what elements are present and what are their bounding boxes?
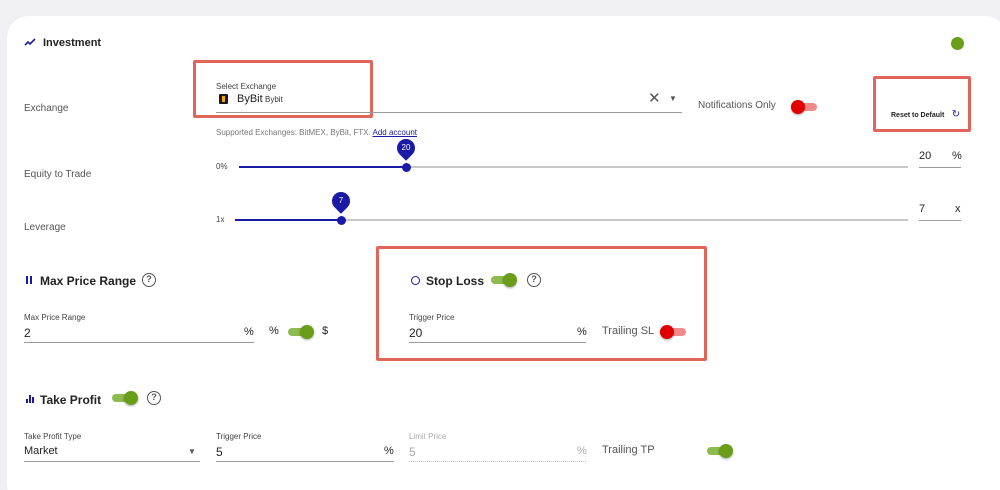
stop-loss-toggle[interactable] — [489, 273, 517, 287]
select-exchange-label: Select Exchange — [216, 82, 277, 91]
trailing-tp-toggle[interactable] — [705, 444, 733, 458]
help-icon[interactable]: ? — [142, 273, 156, 287]
notifications-only-label: Notifications Only — [698, 100, 776, 111]
status-dot — [951, 37, 964, 50]
take-profit-trigger-label: Trigger Price — [216, 432, 262, 441]
toggle-knob — [791, 100, 805, 114]
trailing-tp-label: Trailing TP — [602, 444, 655, 456]
leverage-input[interactable]: 7 x — [919, 203, 961, 221]
section-title-stop-loss: Stop Loss — [426, 274, 485, 288]
toggle-knob — [719, 444, 733, 458]
help-icon[interactable]: ? — [147, 391, 161, 405]
section-title-investment: Investment — [43, 37, 102, 49]
equity-label: Equity to Trade — [24, 169, 92, 180]
exchange-underline — [216, 112, 682, 113]
toggle-knob — [660, 325, 674, 339]
max-price-range-value: 2 — [24, 326, 31, 340]
slider-value-text: 20 — [401, 143, 411, 152]
equity-min-label: 0% — [216, 162, 228, 171]
limit-price-unit: % — [577, 445, 587, 457]
leverage-min-label: 1x — [216, 215, 225, 224]
percent-option-label: % — [269, 325, 279, 337]
chevron-down-icon[interactable]: ▼ — [669, 94, 677, 103]
stop-loss-trigger-unit: % — [577, 326, 587, 338]
slider-value-text: 7 — [338, 196, 344, 205]
stop-loss-trigger-input[interactable]: 20 % — [409, 325, 587, 343]
limit-price-label: Limit Price — [409, 432, 447, 441]
equity-value: 20 — [919, 150, 932, 162]
limit-price-value: 5 — [409, 445, 416, 459]
max-price-range-field-label: Max Price Range — [24, 313, 86, 322]
max-price-range-input[interactable]: 2 % — [24, 325, 254, 343]
take-profit-trigger-unit: % — [384, 445, 394, 457]
exchange-selected-name: ByBit — [237, 93, 263, 105]
slider-fill — [235, 219, 341, 221]
leverage-label: Leverage — [24, 222, 66, 233]
trend-up-icon — [24, 38, 36, 46]
stop-loss-trigger-label: Trigger Price — [409, 313, 455, 322]
take-profit-trigger-input[interactable]: 5 % — [216, 444, 394, 462]
timer-icon — [411, 276, 420, 285]
leverage-value: 7 — [919, 203, 926, 215]
section-title-take-profit: Take Profit — [40, 393, 102, 407]
slider-fill — [239, 166, 406, 168]
toggle-knob — [124, 391, 138, 405]
take-profit-type-select[interactable]: Market ▼ — [24, 444, 200, 462]
take-profit-toggle[interactable] — [110, 391, 138, 405]
limit-price-input: 5 % — [409, 444, 587, 462]
stop-loss-trigger-value: 20 — [409, 326, 423, 340]
equity-unit: % — [952, 150, 962, 162]
bybit-logo-icon — [219, 94, 228, 104]
slider-thumb[interactable] — [337, 216, 346, 225]
add-account-link[interactable]: Add account — [373, 128, 417, 137]
leverage-slider[interactable]: 7 — [235, 188, 908, 227]
bar-chart-icon — [26, 394, 35, 403]
take-profit-type-label: Take Profit Type — [24, 432, 82, 441]
help-icon[interactable]: ? — [527, 273, 541, 287]
slider-value-pin: 7 — [328, 188, 354, 214]
percent-dollar-toggle[interactable] — [286, 325, 314, 339]
max-price-range-unit: % — [244, 326, 254, 338]
clear-icon[interactable]: ✕ — [648, 91, 661, 106]
exchange-select[interactable]: Select Exchange ByBit Bybit ✕ ▼ — [216, 80, 682, 113]
equity-input[interactable]: 20 % — [919, 150, 962, 168]
slider-thumb[interactable] — [402, 163, 411, 172]
section-title-max-price-range: Max Price Range — [40, 274, 137, 288]
slider-value-pin: 20 — [393, 135, 419, 161]
refresh-icon: ↻ — [951, 109, 961, 120]
toggle-knob — [503, 273, 517, 287]
pause-icon — [26, 276, 33, 284]
supported-exchanges-label: Supported Exchanges: BitMEX, ByBit, FTX. — [216, 128, 371, 137]
exchange-label: Exchange — [24, 103, 69, 114]
reset-label: Reset to Default — [891, 112, 945, 119]
notifications-only-toggle[interactable] — [791, 100, 819, 114]
toggle-knob — [300, 325, 314, 339]
trailing-sl-label: Trailing SL — [602, 325, 655, 337]
reset-to-default-button[interactable]: Reset to Default ↻ — [891, 104, 960, 122]
take-profit-type-value: Market — [24, 445, 58, 457]
supported-exchanges-text: Supported Exchanges: BitMEX, ByBit, FTX.… — [216, 128, 417, 137]
exchange-selected-sub: Bybit — [265, 95, 283, 104]
dollar-option-label: $ — [322, 325, 329, 337]
equity-slider[interactable]: 20 — [239, 135, 908, 174]
leverage-unit: x — [955, 203, 961, 215]
take-profit-trigger-value: 5 — [216, 445, 223, 459]
trailing-sl-toggle[interactable] — [660, 325, 688, 339]
chevron-down-icon: ▼ — [188, 447, 196, 456]
highlight-box-stop-loss — [376, 246, 707, 361]
